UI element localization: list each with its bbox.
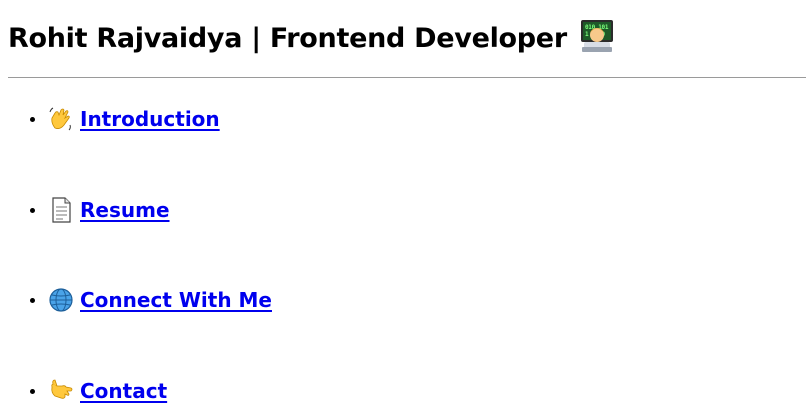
bullet-icon [30,298,35,303]
contact-label: Contact [80,379,168,403]
connect-with-me-label: Connect With Me [80,288,272,312]
introduction-label: Introduction [80,107,220,131]
page: Rohit Rajvaidya | Frontend Developer 010… [0,0,806,417]
globe-icon [48,287,74,313]
bullet-icon [30,117,35,122]
contact-link[interactable]: Contact [48,377,167,405]
connect-with-me-link[interactable]: Connect With Me [48,286,272,314]
document-icon [48,197,74,223]
technologist-icon: 010 101 1 0110 [580,19,614,64]
call-me-hand-icon [48,378,74,404]
resume-label: Resume [80,198,170,222]
resume-link[interactable]: Resume [48,196,170,224]
page-title: Rohit Rajvaidya | Frontend Developer 010… [8,19,614,64]
page-title-text: Rohit Rajvaidya | Frontend Developer [8,23,567,54]
waving-hand-icon [48,106,74,132]
bullet-icon [30,389,35,394]
bullet-icon [30,208,35,213]
divider [8,77,806,78]
introduction-link[interactable]: Introduction [48,105,220,133]
